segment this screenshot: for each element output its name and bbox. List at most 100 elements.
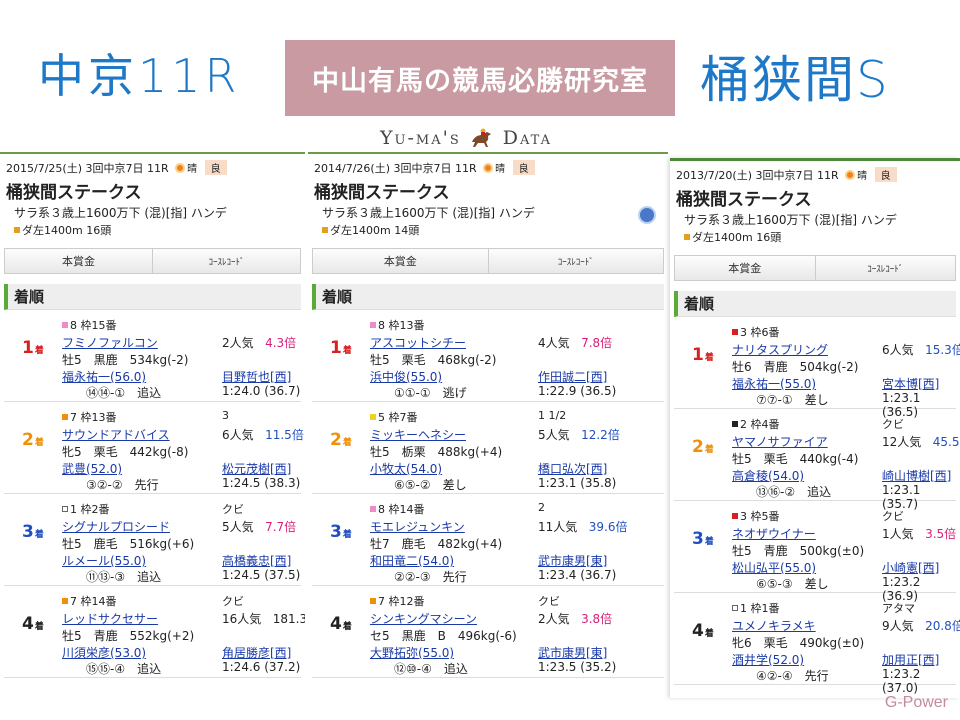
rank-suffix: 着	[34, 622, 44, 632]
jockey-link[interactable]: 福永祐一(55.0)	[732, 375, 816, 392]
trainer-link[interactable]: 加用正[西]	[882, 651, 939, 668]
horse-name-link[interactable]: アスコットシチー	[370, 334, 466, 351]
tab-prize-money[interactable]: 本賞金	[675, 256, 815, 280]
tab-course-record[interactable]: ｺｰｽﾚｺｰﾄﾞ	[814, 256, 956, 280]
horse-name-link[interactable]: ユメノキラメキ	[732, 617, 816, 634]
horse-name-link[interactable]: ヤマノサファイア	[732, 433, 828, 450]
tab-prize-money[interactable]: 本賞金	[313, 249, 488, 273]
horse-name-link[interactable]: サウンドアドバイス	[62, 426, 170, 443]
jockey-link[interactable]: 和田竜二(54.0)	[370, 552, 454, 569]
jockey-link[interactable]: 武豊(52.0)	[62, 460, 122, 477]
odds-info: 2人気 4.3倍	[222, 334, 296, 351]
finish-position: 1着	[22, 338, 44, 358]
rank-suffix: 着	[704, 445, 714, 455]
weather-text: 晴	[857, 171, 868, 182]
frame-color-icon	[732, 421, 738, 427]
odds-info: 6人気 11.5倍	[222, 426, 304, 443]
race-date: 2015/7/25(土) 3回中京7日 11R 晴 良	[0, 154, 305, 176]
jockey-link[interactable]: 松山弘平(55.0)	[732, 559, 816, 576]
horse-name-link[interactable]: フミノファルコン	[62, 334, 158, 351]
rank-suffix: 着	[704, 353, 714, 363]
race-course: ダ左1400m 14頭	[308, 221, 668, 238]
course-marker-icon	[684, 234, 690, 240]
rank-number: 3	[22, 522, 34, 542]
rank-suffix: 着	[34, 346, 44, 356]
trainer-link[interactable]: 武市康男[東]	[538, 644, 607, 661]
race-date: 2014/7/26(土) 3回中京7日 11R 晴 良	[308, 154, 668, 176]
trainer-link[interactable]: 目野哲也[西]	[222, 368, 291, 385]
race-class: サラ系３歳上1600万下 (混)[指] ハンデ	[14, 206, 227, 220]
trainer-link[interactable]: 松元茂樹[西]	[222, 460, 291, 477]
horse-name-link[interactable]: レッドサクセサー	[62, 610, 158, 627]
passing-order: ⑮⑮-④ 追込	[86, 662, 162, 676]
horse-name-link[interactable]: ネオザウイナー	[732, 525, 816, 542]
result-row: 4着 7 枠12番 クビ シンキングマシーン 2人気 3.8倍 セ5 黒鹿 B …	[312, 586, 664, 678]
frame-number: 7 枠12番	[370, 593, 425, 609]
rank-suffix: 着	[342, 438, 352, 448]
trainer-link[interactable]: 角居勝彦[西]	[222, 644, 291, 661]
jockey-link[interactable]: 福永祐一(56.0)	[62, 368, 146, 385]
trainer-link[interactable]: 橋口弘次[西]	[538, 460, 607, 477]
jockey-link[interactable]: ルメール(55.0)	[62, 552, 146, 569]
course-text: ダ左1400m 16頭	[692, 231, 782, 244]
finish-time: 1:24.6 (37.2)	[222, 660, 301, 674]
margin: クビ	[882, 418, 904, 431]
frame-text: 7 枠14番	[70, 595, 117, 608]
trainer-link[interactable]: 高橋義忠[西]	[222, 552, 291, 569]
horse-details: 牡7 鹿毛 482kg(+4)	[370, 537, 503, 551]
jockey-link[interactable]: 浜中俊(55.0)	[370, 368, 442, 385]
odds-info: 6人気 15.3倍	[882, 341, 960, 358]
odds: 39.6倍	[588, 520, 628, 534]
horse-name-link[interactable]: モエレジュンキン	[370, 518, 465, 535]
odds: 7.8倍	[581, 336, 613, 350]
frame-color-icon	[732, 329, 738, 335]
frame-number: 3 枠6番	[732, 324, 780, 340]
rank-number: 2	[330, 430, 342, 450]
extension-icon[interactable]	[638, 206, 656, 224]
horse-details: 牡5 栗毛 440kg(-4)	[732, 452, 859, 466]
trainer-link[interactable]: 小崎憲[西]	[882, 559, 939, 576]
finish-time: 1:24.0 (36.7)	[222, 384, 301, 398]
rank-number: 1	[22, 338, 34, 358]
margin: 3	[222, 409, 229, 422]
horse-name-link[interactable]: ミッキーヘネシー	[370, 426, 466, 443]
horse-details: 牝5 栗毛 442kg(-8)	[62, 445, 189, 459]
finish-time: 1:23.4 (36.7)	[538, 568, 617, 582]
race-panel-2014: 2014/7/26(土) 3回中京7日 11R 晴 良 桶狭間ステークス サラ系…	[308, 152, 668, 692]
finish-position: 3着	[22, 522, 44, 542]
popularity: 6人気	[222, 428, 254, 442]
trainer-link[interactable]: 宮本博[西]	[882, 375, 939, 392]
jockey-link[interactable]: 小牧太(54.0)	[370, 460, 442, 477]
odds: 4.3倍	[265, 336, 297, 350]
jockey-link[interactable]: 川須栄彦(53.0)	[62, 644, 146, 661]
finish-position: 4着	[692, 621, 714, 641]
horse-name-link[interactable]: ナリタスプリング	[732, 341, 828, 358]
frame-number: 7 枠14番	[62, 593, 117, 609]
margin: クビ	[222, 595, 244, 608]
track-condition: 良	[204, 160, 227, 175]
popularity: 4人気	[538, 336, 570, 350]
trainer-link[interactable]: 作田誠二[西]	[538, 368, 607, 385]
jockey-link[interactable]: 高倉稜(54.0)	[732, 467, 804, 484]
margin: クビ	[538, 595, 560, 608]
horse-name-link[interactable]: シンキングマシーン	[370, 610, 477, 627]
tab-prize-money[interactable]: 本賞金	[5, 249, 152, 273]
passing-order: ⑥⑤-② 差し	[394, 478, 467, 492]
tab-course-record[interactable]: ｺｰｽﾚｺｰﾄﾞ	[487, 249, 664, 273]
race-tabs: 本賞金 ｺｰｽﾚｺｰﾄﾞ	[674, 255, 956, 281]
frame-text: 7 枠13番	[70, 411, 117, 424]
odds: 15.3倍	[925, 343, 960, 357]
race-panel-2013: 2013/7/20(土) 3回中京7日 11R 晴 良 桶狭間ステークス サラ系…	[670, 158, 960, 698]
odds-info: 5人気 12.2倍	[538, 426, 620, 443]
jockey-link[interactable]: 酒井学(52.0)	[732, 651, 804, 668]
results-section-header: 着順	[674, 291, 956, 317]
tab-course-record[interactable]: ｺｰｽﾚｺｰﾄﾞ	[152, 249, 300, 273]
odds: 20.8倍	[925, 619, 960, 633]
date-text: 2015/7/25(土) 3回中京7日 11R	[6, 162, 169, 175]
horse-name-link[interactable]: シグナルプロシード	[62, 518, 170, 535]
popularity: 2人気	[538, 612, 570, 626]
jockey-link[interactable]: 大野拓弥(55.0)	[370, 644, 454, 661]
trainer-link[interactable]: 崎山博樹[西]	[882, 467, 951, 484]
margin: 2	[538, 501, 545, 514]
trainer-link[interactable]: 武市康男[東]	[538, 552, 607, 569]
